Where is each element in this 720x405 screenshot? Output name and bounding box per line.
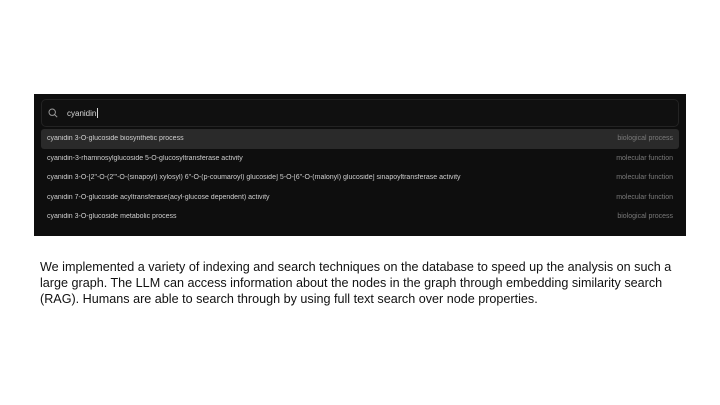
text-caret	[97, 108, 99, 118]
result-category: biological process	[617, 135, 673, 143]
result-label: cyanidin-3-rhamnosylglucoside 5-O-glucos…	[47, 154, 243, 162]
result-label: cyanidin 7-O-glucoside acyltransferase(a…	[47, 193, 270, 201]
result-category: biological process	[617, 213, 673, 221]
result-category: molecular function	[616, 193, 673, 201]
result-category: molecular function	[616, 174, 673, 182]
caption-text: We implemented a variety of indexing and…	[40, 260, 672, 307]
result-label: cyanidin 3-O-glucoside biosynthetic proc…	[47, 135, 184, 143]
search-panel: cyanidin cyanidin 3-O-glucoside biosynth…	[34, 94, 686, 236]
list-item[interactable]: cyanidin 3-O-[2"-O-(2"'-O-(sinapoyl) xyl…	[41, 168, 679, 188]
list-item[interactable]: cyanidin 7-O-glucoside acyltransferase(a…	[41, 188, 679, 208]
search-icon	[48, 107, 60, 119]
list-item[interactable]: cyanidin 3-O-glucoside metabolic process…	[41, 207, 679, 227]
list-item[interactable]: cyanidin-3-rhamnosylglucoside 5-O-glucos…	[41, 149, 679, 169]
list-item[interactable]: cyanidin 3-O-glucoside biosynthetic proc…	[41, 129, 679, 149]
result-label: cyanidin 3-O-[2"-O-(2"'-O-(sinapoyl) xyl…	[47, 174, 461, 182]
search-input[interactable]: cyanidin	[41, 99, 679, 127]
result-label: cyanidin 3-O-glucoside metabolic process	[47, 213, 177, 221]
result-category: molecular function	[616, 154, 673, 162]
search-results-list: cyanidin 3-O-glucoside biosynthetic proc…	[41, 129, 679, 227]
search-query[interactable]: cyanidin	[67, 109, 96, 118]
